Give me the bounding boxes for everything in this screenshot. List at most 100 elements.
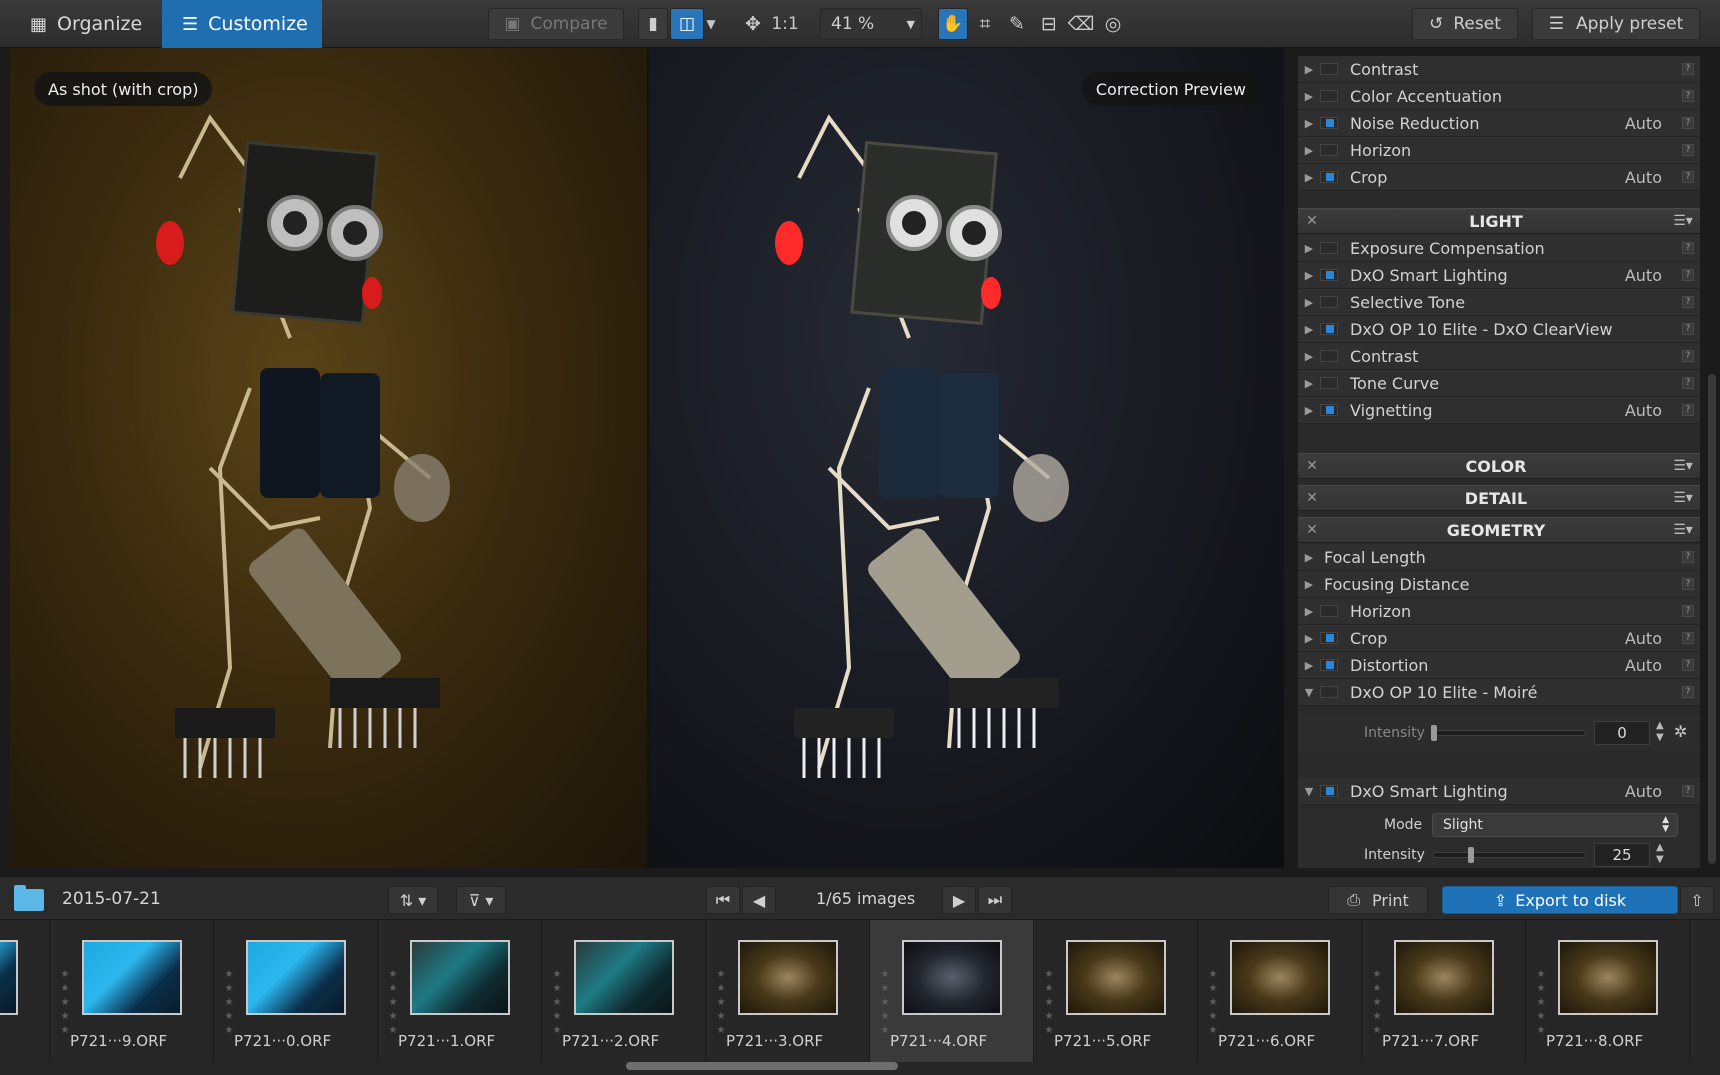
panel.top_rows-row[interactable]: ▶ Crop Auto? <box>1298 164 1700 191</box>
help-icon[interactable]: ? <box>1682 551 1694 563</box>
print-button[interactable]: ⎙ Print <box>1328 886 1428 914</box>
panel.light_rows-row[interactable]: ▶ DxO Smart Lighting Auto? <box>1298 262 1700 289</box>
filmstrip-thumbnail[interactable]: ★ ★ ★ ★ ★ P721···8.ORF <box>1526 920 1690 1062</box>
correction-checkbox[interactable] <box>1320 117 1338 129</box>
moire-intensity-slider[interactable] <box>1431 725 1586 741</box>
help-icon[interactable]: ? <box>1682 296 1694 308</box>
expanded-triangle-icon[interactable]: ▼ <box>1298 785 1320 798</box>
compare-button[interactable]: ▣ Compare <box>488 8 624 40</box>
menu-icon[interactable]: ☰▾ <box>1666 490 1700 506</box>
panel.top_rows-row[interactable]: ▶ Contrast? <box>1298 56 1700 83</box>
panel.geometry_rows-row[interactable]: ▶ Distortion Auto? <box>1298 652 1700 679</box>
expand-triangle-icon[interactable]: ▶ <box>1298 404 1320 417</box>
filmstrip-thumbnail[interactable]: ★★★★★.ORF <box>0 920 50 1062</box>
sl-intensity-value[interactable]: 25 <box>1594 843 1650 867</box>
expand-triangle-icon[interactable]: ▶ <box>1298 117 1320 130</box>
help-icon[interactable]: ? <box>1682 144 1694 156</box>
panel.light_rows-row[interactable]: ▶ Selective Tone? <box>1298 289 1700 316</box>
target-icon[interactable]: ◎ <box>1100 10 1126 38</box>
eraser-icon[interactable]: ⌫ <box>1068 10 1095 38</box>
last-image-button[interactable]: ⏭ <box>978 886 1012 914</box>
correction-checkbox[interactable] <box>1320 269 1338 281</box>
zoom-select[interactable]: 41 % ▼ <box>820 8 922 40</box>
folder-icon[interactable] <box>14 885 44 911</box>
expand-triangle-icon[interactable]: ▶ <box>1298 269 1320 282</box>
panel.light_rows-row[interactable]: ▶ DxO OP 10 Elite - DxO ClearView? <box>1298 316 1700 343</box>
expand-triangle-icon[interactable]: ▶ <box>1298 350 1320 363</box>
star-rating-icon[interactable]: ★ ★ ★ ★ ★ <box>386 968 400 1038</box>
thumbnail-image[interactable] <box>574 940 674 1015</box>
help-icon[interactable]: ? <box>1682 659 1694 671</box>
filmstrip-thumbnail[interactable]: ★ ★ ★ ★ ★ P721···1.ORF <box>378 920 542 1062</box>
expand-triangle-icon[interactable]: ▶ <box>1298 578 1320 591</box>
expand-triangle-icon[interactable]: ▶ <box>1298 90 1320 103</box>
crop-tool-icon[interactable]: ⌗ <box>972 10 998 38</box>
panel.top_rows-row[interactable]: ▶ Noise Reduction Auto? <box>1298 110 1700 137</box>
correction-checkbox[interactable] <box>1320 323 1338 335</box>
menu-icon[interactable]: ☰▾ <box>1666 522 1700 538</box>
expand-triangle-icon[interactable]: ▶ <box>1298 171 1320 184</box>
help-icon[interactable]: ? <box>1682 242 1694 254</box>
move-icon[interactable]: ✥ <box>740 10 766 38</box>
correction-checkbox[interactable] <box>1320 605 1338 617</box>
smart-lighting-checkbox[interactable] <box>1320 785 1338 797</box>
moire-slider-thumb[interactable] <box>1431 725 1437 741</box>
one-to-one-button[interactable]: 1:1 <box>770 10 800 38</box>
preview-image[interactable]: Correction Preview <box>649 48 1284 868</box>
help-icon[interactable]: ? <box>1682 171 1694 183</box>
section-detail[interactable]: ✕ DETAIL ☰▾ <box>1298 485 1700 511</box>
panel.light_rows-row[interactable]: ▶ Vignetting Auto? <box>1298 397 1700 424</box>
help-icon[interactable]: ? <box>1682 323 1694 335</box>
filmstrip-thumbnail[interactable]: ★ ★ ★ ★ ★ P721···9.ORF <box>50 920 214 1062</box>
thumbnail-image[interactable] <box>738 940 838 1015</box>
section-geometry[interactable]: ✕ GEOMETRY ☰▾ <box>1298 517 1700 543</box>
help-icon[interactable]: ? <box>1682 377 1694 389</box>
correction-checkbox[interactable] <box>1320 659 1338 671</box>
expand-triangle-icon[interactable]: ▶ <box>1298 659 1320 672</box>
hand-tool-button[interactable]: ✋ <box>938 8 968 40</box>
panel.light_rows-row[interactable]: ▶ Contrast? <box>1298 343 1700 370</box>
expand-triangle-icon[interactable]: ▶ <box>1298 377 1320 390</box>
star-rating-icon[interactable]: ★ ★ ★ ★ ★ <box>222 968 236 1038</box>
thumbnail-image[interactable] <box>0 940 18 1015</box>
star-rating-icon[interactable]: ★ ★ ★ ★ ★ <box>1206 968 1220 1038</box>
stepper-icon[interactable]: ▲ ▼ <box>1656 842 1664 866</box>
thumbnail-image[interactable] <box>1230 940 1330 1015</box>
thumbnail-image[interactable] <box>902 940 1002 1015</box>
thumbnail-image[interactable] <box>1558 940 1658 1015</box>
correction-checkbox[interactable] <box>1320 171 1338 183</box>
sl-slider-thumb[interactable] <box>1467 847 1474 863</box>
original-image[interactable]: As shot (with crop) <box>10 48 647 868</box>
magic-wand-icon[interactable]: ✲ <box>1674 722 1687 741</box>
filmstrip-thumbnail[interactable]: ★ ★ ★ ★ ★ P721···4.ORF <box>870 920 1034 1062</box>
stepper-icon[interactable]: ▲ ▼ <box>1656 720 1664 744</box>
section-light[interactable]: ✕ LIGHT ☰▾ <box>1298 208 1700 234</box>
star-rating-icon[interactable]: ★ ★ ★ ★ ★ <box>58 968 72 1038</box>
menu-icon[interactable]: ☰▾ <box>1666 458 1700 474</box>
single-view-button[interactable]: ▮ <box>638 8 668 40</box>
star-rating-icon[interactable]: ★ ★ ★ ★ ★ <box>1370 968 1384 1038</box>
star-rating-icon[interactable]: ★ ★ ★ ★ ★ <box>550 968 564 1038</box>
expand-triangle-icon[interactable]: ▶ <box>1298 242 1320 255</box>
correction-checkbox[interactable] <box>1320 90 1338 102</box>
star-rating-icon[interactable]: ★ ★ ★ ★ ★ <box>1042 968 1056 1038</box>
correction-checkbox[interactable] <box>1320 350 1338 362</box>
correction-checkbox[interactable] <box>1320 144 1338 156</box>
filmstrip-thumbnail[interactable]: ★ ★ ★ ★ ★ P721···6.ORF <box>1198 920 1362 1062</box>
expand-triangle-icon[interactable]: ▶ <box>1298 551 1320 564</box>
panel.geometry_rows-row[interactable]: ▶ Focal Length? <box>1298 544 1700 571</box>
correction-checkbox[interactable] <box>1320 404 1338 416</box>
share-button[interactable]: ⇧ <box>1680 886 1714 914</box>
help-icon[interactable]: ? <box>1682 605 1694 617</box>
close-icon[interactable]: ✕ <box>1298 522 1326 538</box>
section-color[interactable]: ✕ COLOR ☰▾ <box>1298 453 1700 479</box>
sort-button[interactable]: ⇅ ▾ <box>388 886 438 914</box>
panel.light_rows-row[interactable]: ▶ Exposure Compensation? <box>1298 235 1700 262</box>
prev-image-button[interactable]: ◀ <box>742 886 776 914</box>
panel.light_rows-row[interactable]: ▶ Tone Curve? <box>1298 370 1700 397</box>
thumbnail-image[interactable] <box>246 940 346 1015</box>
correction-checkbox[interactable] <box>1320 296 1338 308</box>
moire-intensity-value[interactable]: 0 <box>1594 721 1650 745</box>
next-image-button[interactable]: ▶ <box>942 886 976 914</box>
expand-triangle-icon[interactable]: ▶ <box>1298 144 1320 157</box>
